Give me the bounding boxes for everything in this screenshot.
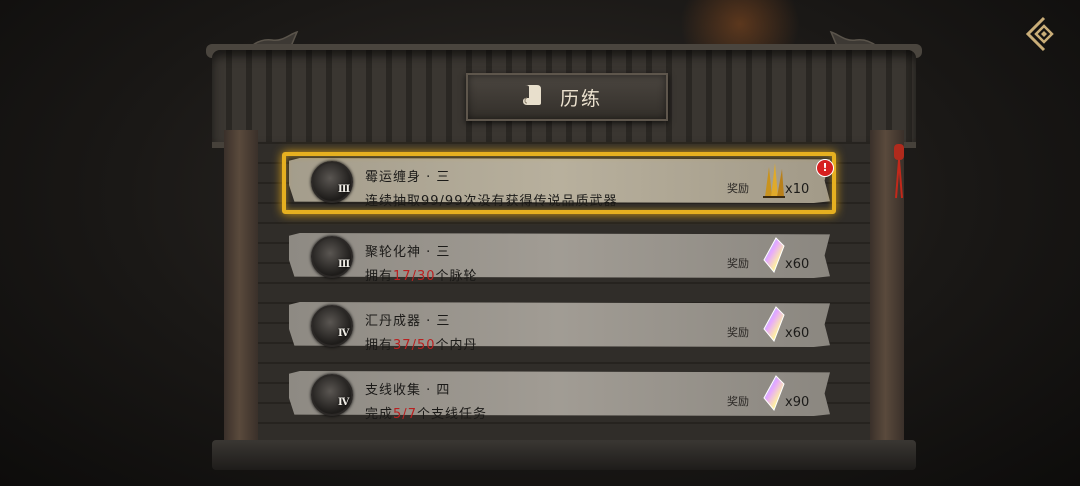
reward-count: x90 [785,395,810,410]
completed-task-highlight [282,152,836,214]
crystal-icon [763,237,785,273]
alert-badge: ! [816,159,834,177]
task-description: 拥有37/50个内丹 [365,334,478,353]
reward-count: x60 [785,326,810,341]
task-rank: Ⅳ [338,328,350,339]
task-progress: 17 [393,269,412,284]
task-progress: 5 [393,407,403,422]
task-rank: Ⅳ [338,397,350,408]
task-title: 支线收集 · 四 [365,383,451,398]
task-total: 7 [407,407,417,422]
task-title: 聚轮化神 · 三 [365,245,451,260]
task-badge-icon [311,305,353,347]
reward-label: 奖励 [727,395,749,408]
reward-label: 奖励 [727,257,749,270]
task-badge-icon [311,236,353,278]
crystal-icon [763,375,785,411]
red-lantern-icon [894,144,904,199]
task-progress: 37 [393,338,412,353]
back-button[interactable] [1022,14,1062,54]
reward-label: 奖励 [727,326,749,339]
task-desc-text: 拥有 [365,338,394,353]
crystal-icon [763,306,785,342]
task-total: 50 [416,338,436,353]
task-title: 汇丹成器 · 三 [365,314,451,329]
task-desc-text: 拥有 [365,269,394,284]
task-description: 拥有17/30个脉轮 [365,265,478,284]
back-arrow-icon [1025,16,1054,52]
task-desc-suffix: 个脉轮 [435,269,478,284]
task-desc-suffix: 个内丹 [435,338,478,353]
task-desc-text: 完成 [365,407,394,422]
pillar-left [220,130,262,460]
task-description: 完成5/7个支线任务 [365,403,487,422]
scroll-icon [523,85,541,105]
task-rank: Ⅲ [338,259,351,270]
stone-ground [212,440,916,470]
task-desc-suffix: 个支线任务 [416,407,487,422]
task-badge-icon [311,374,353,416]
task-total: 30 [416,269,436,284]
reward-count: x60 [785,257,810,272]
panel-title: 历练 [560,88,603,110]
